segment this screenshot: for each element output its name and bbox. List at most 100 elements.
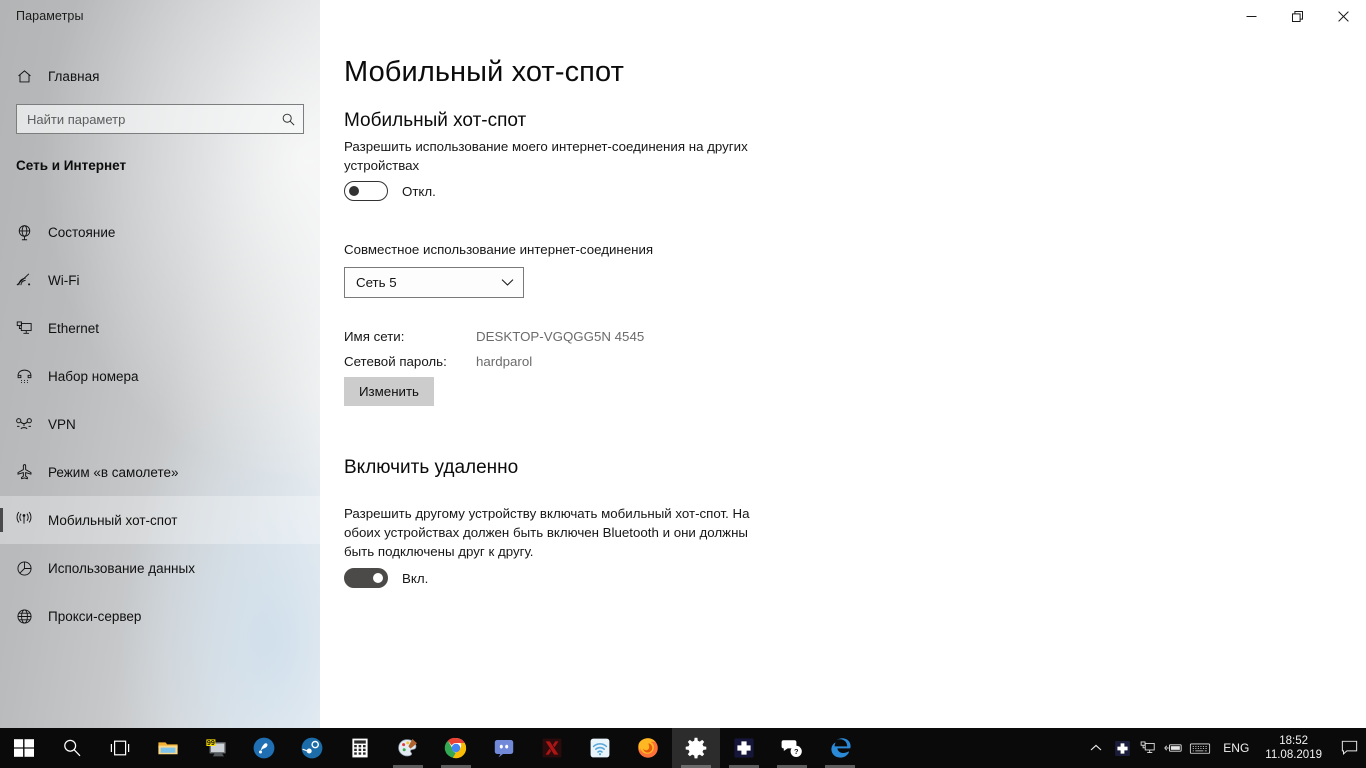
sidebar-item-mobile-hotspot[interactable]: Мобильный хот-спот: [0, 496, 320, 544]
svg-text:?: ?: [794, 747, 799, 756]
taskbar-apps: 99 ?: [0, 728, 864, 768]
taskbar-app-settings[interactable]: [672, 728, 720, 768]
taskbar-app-calculator[interactable]: [336, 728, 384, 768]
sidebar-item-label: Использование данных: [48, 560, 195, 576]
chevron-down-icon: [501, 274, 514, 292]
remote-toggle-label: Вкл.: [402, 570, 429, 586]
sidebar-item-label: Прокси-сервер: [48, 608, 142, 624]
taskbar-app-plus[interactable]: [720, 728, 768, 768]
hotspot-toggle-row: Откл.: [344, 181, 436, 201]
clock[interactable]: 18:52 11.08.2019: [1259, 728, 1332, 768]
taskbar-app-file-explorer[interactable]: [144, 728, 192, 768]
sidebar-item-label: Мобильный хот-спот: [48, 512, 178, 528]
network-status-icon: [0, 223, 48, 242]
sidebar-item-wifi[interactable]: Wi-Fi: [0, 256, 320, 304]
system-tray: ENG 18:52 11.08.2019: [1083, 728, 1366, 768]
sidebar-item-status[interactable]: Состояние: [0, 208, 320, 256]
taskbar-search-icon[interactable]: [48, 728, 96, 768]
window-title-bar[interactable]: Параметры: [0, 0, 1366, 32]
edit-button[interactable]: Изменить: [344, 377, 434, 406]
minimize-button[interactable]: [1228, 0, 1274, 32]
taskbar-app-discord[interactable]: [480, 728, 528, 768]
taskbar-app-steam[interactable]: [288, 728, 336, 768]
settings-window: Главная Сеть и Интернет: [0, 0, 1366, 728]
desktop-root: Главная Сеть и Интернет: [0, 0, 1366, 768]
share-connection-dropdown[interactable]: Сеть 5: [344, 267, 524, 298]
sidebar-item-label: Режим «в самолете»: [48, 464, 179, 480]
caption-buttons: [1228, 0, 1366, 32]
sidebar-item-label: Состояние: [48, 224, 116, 240]
taskbar: 99 ? ENG 18:52 11.08.2019: [0, 728, 1366, 768]
share-connection-value: Сеть 5: [356, 275, 397, 290]
network-password-value: hardparol: [476, 354, 533, 369]
settings-sidebar: Главная Сеть и Интернет: [0, 0, 320, 728]
data-usage-icon: [0, 559, 48, 578]
sidebar-item-label: VPN: [48, 416, 76, 432]
remote-toggle-knob: [373, 573, 383, 583]
wifi-icon: [0, 270, 48, 290]
battery-tray-icon[interactable]: [1161, 728, 1187, 768]
sidebar-item-home[interactable]: Главная: [0, 60, 320, 92]
search-input[interactable]: [17, 111, 273, 127]
action-center-icon[interactable]: [1332, 728, 1366, 768]
hotspot-toggle-label: Откл.: [402, 183, 436, 199]
language-indicator[interactable]: ENG: [1213, 728, 1259, 768]
page-title: Мобильный хот-спот: [344, 56, 624, 88]
remote-toggle-row: Вкл.: [344, 568, 428, 588]
dial-up-icon: [0, 367, 48, 386]
sidebar-item-label: Ethernet: [48, 320, 100, 336]
network-tray-icon[interactable]: [1135, 728, 1161, 768]
clock-time: 18:52: [1279, 735, 1309, 747]
hotspot-toggle[interactable]: [344, 181, 388, 201]
proxy-globe-icon: [0, 607, 48, 626]
sidebar-home-label: Главная: [48, 68, 100, 84]
hotspot-toggle-knob: [349, 186, 359, 196]
taskbar-app-google-chrome[interactable]: [432, 728, 480, 768]
hotspot-section-heading: Мобильный хот-спот: [344, 110, 527, 131]
remote-description: Разрешить другому устройству включать мо…: [344, 506, 750, 559]
sidebar-item-data-usage[interactable]: Использование данных: [0, 544, 320, 592]
remote-section-heading: Включить удаленно: [344, 457, 519, 478]
taskbar-app-microsoft-edge[interactable]: [816, 728, 864, 768]
sidebar-nav-list: Состояние Wi-Fi Ethernet Набор номера VP…: [0, 208, 320, 640]
restore-button[interactable]: [1274, 0, 1320, 32]
task-view-icon[interactable]: [96, 728, 144, 768]
sidebar-item-airplane-mode[interactable]: Режим «в самолете»: [0, 448, 320, 496]
sidebar-item-vpn[interactable]: VPN: [0, 400, 320, 448]
close-button[interactable]: [1320, 0, 1366, 32]
ethernet-icon: [0, 319, 48, 338]
taskbar-empty-area: [864, 728, 1083, 768]
taskbar-app-firefox[interactable]: [624, 728, 672, 768]
network-name-value: DESKTOP-VGQGG5N 4545: [476, 329, 645, 344]
chevron-up-icon[interactable]: [1083, 728, 1109, 768]
remote-toggle[interactable]: [344, 568, 388, 588]
taskbar-app-question-chat[interactable]: ?: [768, 728, 816, 768]
sidebar-item-label: Набор номера: [48, 368, 139, 384]
plus-tray-icon[interactable]: [1109, 728, 1135, 768]
taskbar-app-wifi[interactable]: [576, 728, 624, 768]
sidebar-item-proxy[interactable]: Прокси-сервер: [0, 592, 320, 640]
search-box[interactable]: [16, 104, 304, 134]
taskbar-app-paint-net[interactable]: [384, 728, 432, 768]
keyboard-tray-icon[interactable]: [1187, 728, 1213, 768]
network-name-label: Имя сети:: [344, 329, 405, 344]
hotspot-description: Разрешить использование моего интернет-с…: [344, 139, 748, 173]
taskbar-app-discord-alt[interactable]: [240, 728, 288, 768]
settings-content: Мобильный хот-спот Мобильный хот-спот Ра…: [320, 32, 1366, 728]
hotspot-icon: [0, 510, 48, 530]
window-title: Параметры: [16, 9, 84, 23]
network-password-label: Сетевой пароль:: [344, 354, 447, 369]
home-icon: [0, 68, 48, 85]
airplane-icon: [0, 462, 48, 482]
taskbar-app-dota-2[interactable]: [528, 728, 576, 768]
svg-text:99: 99: [207, 738, 215, 747]
sidebar-item-ethernet[interactable]: Ethernet: [0, 304, 320, 352]
start-button[interactable]: [0, 728, 48, 768]
sidebar-item-dialup[interactable]: Набор номера: [0, 352, 320, 400]
share-connection-label: Совместное использование интернет-соедин…: [344, 242, 654, 257]
taskbar-app-99-monitor[interactable]: 99: [192, 728, 240, 768]
sidebar-category-title: Сеть и Интернет: [16, 158, 127, 173]
search-icon: [273, 112, 303, 127]
vpn-icon: [0, 414, 48, 434]
clock-date: 11.08.2019: [1265, 749, 1322, 761]
